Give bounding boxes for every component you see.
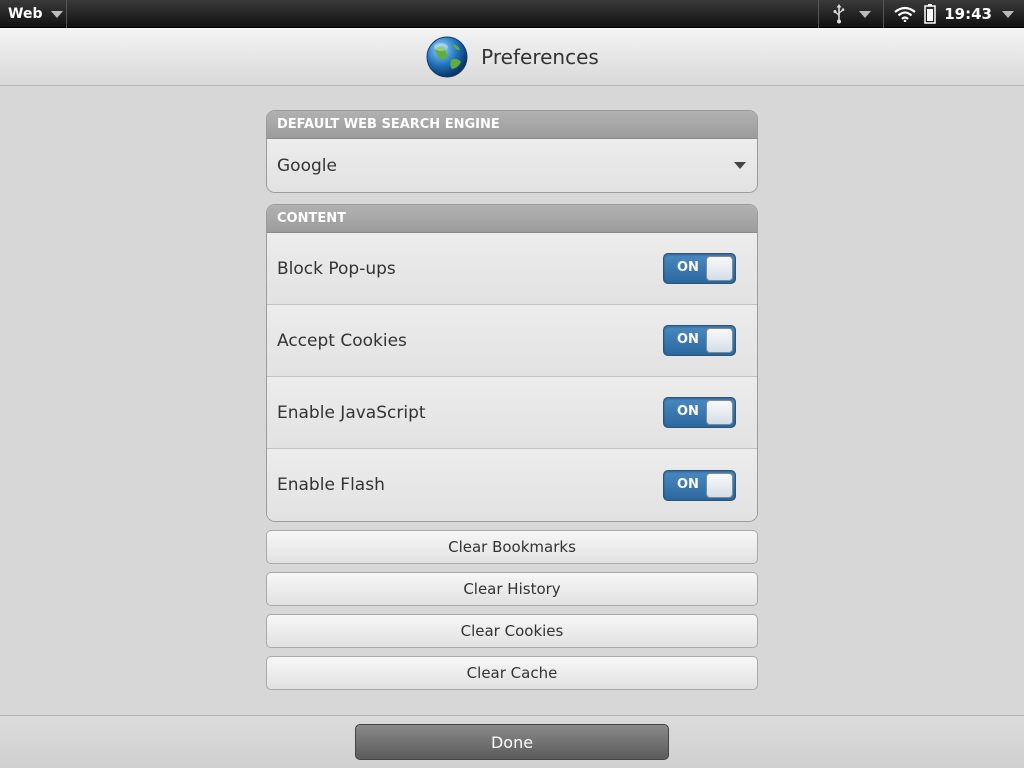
enable-javascript-toggle[interactable]: ON bbox=[663, 397, 736, 428]
toggle-state: ON bbox=[677, 476, 699, 492]
clear-history-button[interactable]: Clear History bbox=[266, 572, 758, 606]
search-engine-value: Google bbox=[277, 155, 337, 176]
status-bar: Web 19:43 bbox=[0, 0, 1024, 28]
wifi-icon bbox=[894, 6, 916, 22]
done-button[interactable]: Done bbox=[355, 724, 669, 760]
setting-row-accept-cookies: Accept Cookies ON bbox=[267, 305, 757, 377]
toggle-knob bbox=[706, 472, 733, 498]
dropdown-arrow-icon bbox=[734, 162, 746, 169]
setting-label: Block Pop-ups bbox=[277, 258, 396, 279]
clear-bookmarks-button[interactable]: Clear Bookmarks bbox=[266, 530, 758, 564]
toggle-state: ON bbox=[677, 332, 699, 347]
usb-icon bbox=[833, 4, 845, 24]
toggle-state: ON bbox=[677, 404, 699, 419]
clock: 19:43 bbox=[944, 5, 992, 23]
toggle-state: ON bbox=[677, 260, 699, 275]
chevron-down-icon bbox=[859, 10, 872, 18]
setting-label: Accept Cookies bbox=[277, 330, 407, 351]
system-menu[interactable]: 19:43 bbox=[884, 0, 1024, 28]
setting-row-block-popups: Block Pop-ups ON bbox=[267, 233, 757, 305]
setting-label: Enable JavaScript bbox=[277, 402, 426, 423]
globe-icon bbox=[426, 36, 468, 77]
content-group: CONTENT Block Pop-ups ON Accept Cookies … bbox=[266, 204, 758, 522]
setting-label: Enable Flash bbox=[277, 475, 385, 495]
chevron-down-icon bbox=[51, 10, 64, 18]
toggle-knob bbox=[706, 328, 733, 353]
page-title: Preferences bbox=[481, 44, 599, 69]
battery-icon bbox=[924, 4, 936, 24]
app-name: Web bbox=[8, 6, 43, 22]
setting-row-enable-javascript: Enable JavaScript ON bbox=[267, 377, 757, 449]
toggle-knob bbox=[706, 256, 733, 281]
search-engine-select[interactable]: Google bbox=[267, 139, 757, 192]
accept-cookies-toggle[interactable]: ON bbox=[663, 325, 736, 356]
status-icons: 19:43 bbox=[818, 0, 1024, 28]
enable-flash-toggle[interactable]: ON bbox=[663, 469, 736, 501]
setting-row-enable-flash: Enable Flash ON bbox=[267, 449, 757, 521]
footer-bar: Done bbox=[0, 715, 1024, 768]
search-engine-group: DEFAULT WEB SEARCH ENGINE Google bbox=[266, 110, 758, 193]
usb-menu[interactable] bbox=[818, 0, 885, 28]
page-header: Preferences bbox=[0, 28, 1024, 86]
clear-cache-button[interactable]: Clear Cache bbox=[266, 656, 758, 690]
content-section-title: CONTENT bbox=[267, 205, 757, 233]
toggle-knob bbox=[706, 400, 733, 425]
chevron-down-icon bbox=[1002, 10, 1014, 18]
block-popups-toggle[interactable]: ON bbox=[663, 253, 736, 284]
search-engine-section-title: DEFAULT WEB SEARCH ENGINE bbox=[267, 111, 757, 139]
app-menu[interactable]: Web bbox=[0, 0, 67, 28]
clear-cookies-button[interactable]: Clear Cookies bbox=[266, 614, 758, 648]
